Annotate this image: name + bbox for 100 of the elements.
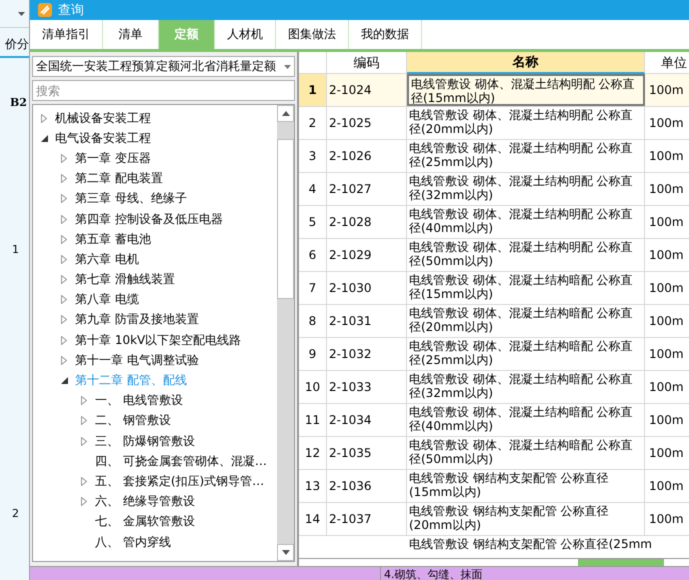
collapsed-arrow-icon[interactable] xyxy=(61,194,67,204)
collapsed-arrow-icon[interactable] xyxy=(81,396,87,406)
collapsed-arrow-icon[interactable] xyxy=(41,114,47,123)
name-cell: 电线管敷设 钢结构支架配管 公称直径(15mm以内) xyxy=(407,470,645,502)
tree-item[interactable]: 第三章 母线、绝缘子 xyxy=(33,188,277,209)
tree-item[interactable]: 第九章 防雷及接地装置 xyxy=(33,310,277,330)
tree-item[interactable]: 第一章 变压器 xyxy=(33,148,277,169)
code-cell: 2-1031 xyxy=(327,305,407,337)
table-row[interactable]: 10 2-1033 电线管敷设 砌体、混凝土结构暗配 公称直径(32mm以内) 100m xyxy=(299,371,689,404)
collapsed-arrow-icon[interactable] xyxy=(61,336,67,345)
tree-item[interactable]: 第十一章 电气调整试验 xyxy=(33,350,277,370)
tree-item[interactable]: 八、 管内穿线 xyxy=(33,532,277,552)
table-row[interactable]: 4 2-1027 电线管敷设 砌体、混凝土结构明配 公称直径(32mm以内) 100m xyxy=(299,173,689,206)
expanded-arrow-icon[interactable] xyxy=(41,134,48,142)
tree-item[interactable]: 第八章 电缆 xyxy=(33,290,277,310)
row-number: 6 xyxy=(299,239,327,271)
collapsed-arrow-icon[interactable] xyxy=(81,416,87,426)
library-select[interactable]: 全国统一安装工程预算定额河北省消耗量定额 xyxy=(32,56,295,77)
unit-cell-text: 100m xyxy=(648,511,685,528)
tree-item[interactable]: 第十章 10kV以下架空配电线路 xyxy=(33,330,277,350)
table-row[interactable]: 2 2-1025 电线管敷设 砌体、混凝土结构明配 公称直径(20mm以内) 100m xyxy=(299,107,689,140)
tree-item[interactable]: 电气设备安装工程 xyxy=(33,128,277,148)
scrollbar[interactable] xyxy=(277,105,294,561)
table-row[interactable]: 1 2-1024 电线管敷设 砌体、混凝土结构明配 公称直径(15mm以内) 100m xyxy=(299,74,689,107)
app-logo-icon xyxy=(38,3,52,17)
table-row[interactable]: 8 2-1031 电线管敷设 砌体、混凝土结构暗配 公称直径(20mm以内) 100m xyxy=(299,305,689,338)
unit-cell-text: 100m xyxy=(648,280,685,297)
scroll-down-icon[interactable] xyxy=(282,550,290,555)
collapsed-arrow-icon[interactable] xyxy=(61,174,67,184)
unit-cell-text: 100m xyxy=(648,412,685,429)
collapsed-arrow-icon[interactable] xyxy=(81,497,87,506)
name-cell: 电线管敷设 砌体、混凝土结构暗配 公称直径(20mm以内) xyxy=(407,305,645,337)
table-row[interactable]: 7 2-1030 电线管敷设 砌体、混凝土结构暗配 公称直径(15mm以内) 100m xyxy=(299,272,689,305)
dropdown-caret-icon[interactable] xyxy=(18,12,25,16)
table-row[interactable]: 9 2-1032 电线管敷设 砌体、混凝土结构暗配 公称直径(25mm以内) 100m xyxy=(299,338,689,371)
tree-item[interactable]: 二、 钢管敷设 xyxy=(33,410,277,431)
row-number: 1 xyxy=(299,74,327,106)
row-text: 4.砌筑、勾缝、抹面 xyxy=(380,567,482,580)
row-number: 14 xyxy=(299,503,327,535)
code-cell: 2-1032 xyxy=(327,338,407,370)
dropdown-caret-icon[interactable] xyxy=(284,64,291,68)
row-number: 5 xyxy=(299,206,327,238)
code-cell: 2-1027 xyxy=(327,173,407,205)
tree-item[interactable]: 第四章 控制设备及低压电器 xyxy=(33,208,277,230)
row-number: 3 xyxy=(299,140,327,172)
name-cell: 电线管敷设 砌体、混凝土结构暗配 公称直径(15mm以内) xyxy=(407,272,645,304)
tree-item[interactable]: 第六章 电机 xyxy=(33,249,277,270)
column-header[interactable]: 名称 xyxy=(407,52,645,74)
column-header[interactable]: 编码 xyxy=(327,52,407,74)
cell-label: B2 xyxy=(10,96,28,109)
unit-cell-text: 100m xyxy=(648,445,685,462)
code-cell: 2-1033 xyxy=(327,371,407,403)
collapsed-arrow-icon[interactable] xyxy=(61,254,67,264)
table-row[interactable]: 12 2-1035 电线管敷设 砌体、混凝土结构暗配 公称直径(50mm以内) 100m xyxy=(299,437,689,470)
tree-item[interactable]: 三、 防爆钢管敷设 xyxy=(33,431,277,452)
code-cell: 2-1026 xyxy=(327,140,407,172)
row-number: 4 xyxy=(299,173,327,205)
collapsed-arrow-icon[interactable] xyxy=(81,476,87,486)
table-row[interactable]: 11 2-1034 电线管敷设 砌体、混凝土结构暗配 公称直径(40mm以内) 100m xyxy=(299,404,689,437)
name-cell: 电线管敷设 砌体、混凝土结构明配 公称直径(40mm以内) xyxy=(407,206,645,238)
expanded-arrow-icon[interactable] xyxy=(61,377,68,384)
name-cell: 电线管敷设 砌体、混凝土结构暗配 公称直径(32mm以内) xyxy=(407,371,645,403)
tree-item[interactable]: 机械设备安装工程 xyxy=(33,108,277,128)
window-title: 查询 xyxy=(58,2,84,19)
table-row[interactable]: 5 2-1028 电线管敷设 砌体、混凝土结构明配 公称直径(40mm以内) 100m xyxy=(299,206,689,239)
collapsed-arrow-icon[interactable] xyxy=(81,436,87,446)
unit-cell-text: 100m xyxy=(648,247,685,264)
search-field[interactable]: 搜索 xyxy=(32,80,295,101)
table-row[interactable]: 14 2-1037 电线管敷设 钢结构支架配管 公称直径(20mm以内) 100m xyxy=(299,503,689,536)
tree-item[interactable]: 一、 电线管敷设 xyxy=(33,390,277,411)
scroll-up-icon[interactable] xyxy=(282,111,290,116)
tree-item[interactable]: 第二章 配电装置 xyxy=(33,168,277,189)
tree-item[interactable]: 六、 绝缘导管敷设 xyxy=(33,492,277,512)
table-row[interactable]: 13 2-1036 电线管敷设 钢结构支架配管 公称直径(15mm以内) 100m xyxy=(299,470,689,503)
code-cell: 2-1029 xyxy=(327,239,407,271)
tree-item[interactable]: 四、 可挠金属套管砌体、混凝… xyxy=(33,451,277,472)
row-number: 1 xyxy=(12,243,20,256)
tree-item[interactable]: 五、 套接紧定(扣压)式钢导管… xyxy=(33,471,277,492)
unit-cell-text: 100m xyxy=(648,379,685,396)
name-cell: 电线管敷设 砌体、混凝土结构明配 公称直径(20mm以内) xyxy=(407,107,645,139)
collapsed-arrow-icon[interactable] xyxy=(61,154,67,163)
collapsed-arrow-icon[interactable] xyxy=(61,356,67,365)
tree-item[interactable]: 七、 金属软管敷设 xyxy=(33,512,277,532)
collapsed-arrow-icon[interactable] xyxy=(61,275,67,284)
row-number: 10 xyxy=(299,371,327,403)
tree-item[interactable]: 第五章 蓄电池 xyxy=(33,229,277,250)
name-cell: 电线管敷设 砌体、混凝土结构暗配 公称直径(50mm以内) xyxy=(407,437,645,469)
scrollbar-thumb[interactable] xyxy=(578,559,664,566)
tree-item[interactable]: 第七章 滑触线装置 xyxy=(33,270,277,290)
collapsed-arrow-icon[interactable] xyxy=(61,295,67,304)
row-number: 2 xyxy=(12,507,20,520)
unit-cell-text: 100m xyxy=(648,148,685,165)
table-row[interactable]: 6 2-1029 电线管敷设 砌体、混凝土结构明配 公称直径(50mm以内) 100m xyxy=(299,239,689,272)
collapsed-arrow-icon[interactable] xyxy=(61,234,67,244)
table-row[interactable]: 3 2-1026 电线管敷设 砌体、混凝土结构明配 公称直径(25mm以内) 100m xyxy=(299,140,689,173)
unit-cell-text: 100m xyxy=(648,346,685,363)
name-cell: 电线管敷设 砌体、混凝土结构暗配 公称直径(25mm以内) xyxy=(407,338,645,370)
collapsed-arrow-icon[interactable] xyxy=(61,214,67,224)
unit-cell-text: 100m xyxy=(648,214,685,231)
collapsed-arrow-icon[interactable] xyxy=(61,315,67,324)
